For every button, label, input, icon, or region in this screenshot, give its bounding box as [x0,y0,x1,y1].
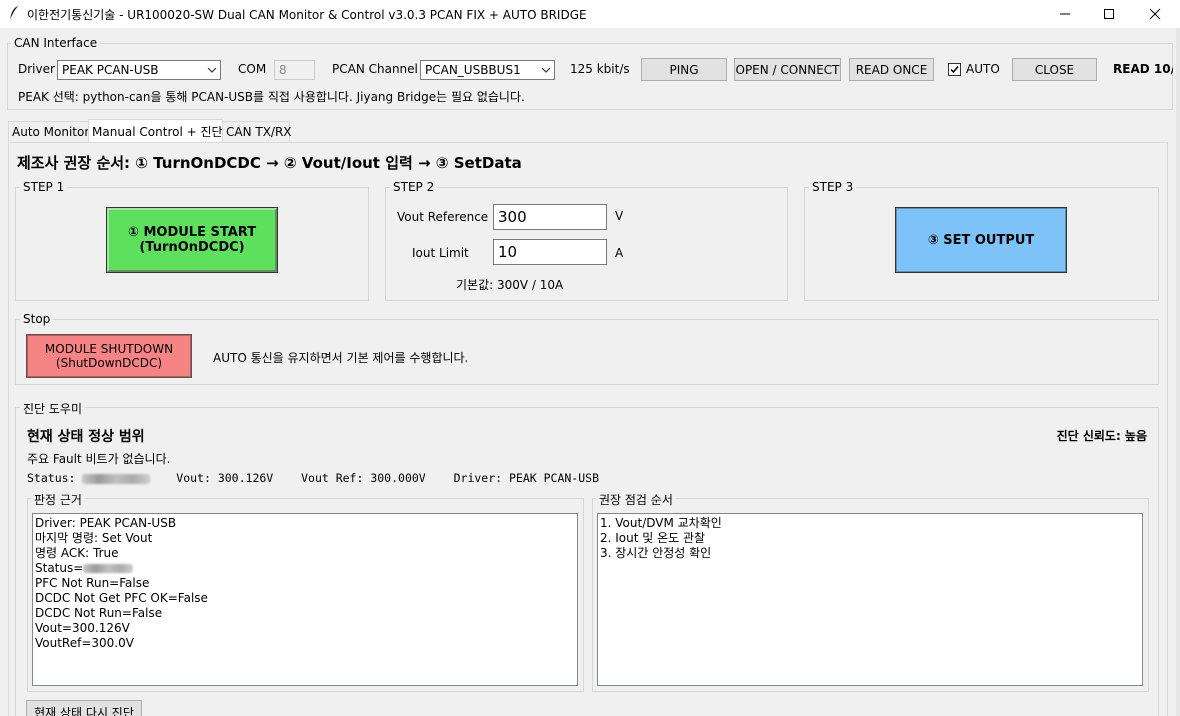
iout-limit-input[interactable]: 10 [493,239,607,265]
evidence-line: 마지막 명령: Set Vout [35,531,153,545]
status-prefix: Status: [27,471,76,485]
close-icon [1149,8,1161,20]
driver-select-value: PEAK PCAN-USB [62,63,159,77]
evidence-line: 명령 ACK: True [35,546,119,560]
checklist-line: 2. Iout 및 온도 관찰 [600,531,706,545]
pcan-channel-label: PCAN Channel [332,62,418,76]
checklist-textbox[interactable]: 1. Vout/DVM 교차확인 2. Iout 및 온도 관찰 3. 장시간 … [597,513,1143,686]
pcan-channel-value: PCAN_USBBUS1 [425,63,521,77]
checklist-line: 3. 장시간 안정성 확인 [600,546,712,560]
tab-can-txrx[interactable]: CAN TX/RX [222,121,292,142]
vout-unit: V [615,209,624,223]
evidence-line: DCDC Not Run=False [35,606,163,620]
auto-checkbox[interactable] [948,63,961,76]
driver-select[interactable]: PEAK PCAN-USB [57,60,221,80]
evidence-line: DCDC Not Get PFC OK=False [35,591,208,605]
com-label: COM [238,62,267,76]
module-start-line2: (TurnOnDCDC) [139,240,245,255]
fault-note: 주요 Fault 비트가 없습니다. [27,452,171,466]
redacted-status-value [82,473,151,484]
checkmark-icon [950,66,959,74]
diag-status-title: 현재 상태 정상 범위 [27,429,145,445]
set-output-button[interactable]: ③ SET OUTPUT [895,207,1067,273]
module-start-line1: ① MODULE START [127,225,257,240]
evidence-line: VoutRef=300.0V [35,636,134,650]
close-connection-button[interactable]: CLOSE [1012,58,1097,81]
evidence-line: Status= [35,561,84,575]
tab-auto-monitor[interactable]: Auto Monitor [8,121,90,142]
com-input-value: 8 [279,63,287,77]
evidence-label: 판정 근거 [31,491,85,508]
rediagnose-button[interactable]: 현재 상태 다시 진단 [26,700,142,716]
vout-reference-input[interactable]: 300 [493,204,607,230]
window-title: 이한전기통신기술 - UR100020-SW Dual CAN Monitor … [27,8,587,22]
feather-icon [9,6,18,21]
maximize-icon [1104,9,1114,19]
open-connect-button[interactable]: OPEN / CONNECT [734,58,841,81]
chevron-down-icon [541,67,551,73]
sequence-heading: 제조사 권장 순서: ① TurnOnDCDC → ② Vout/Iout 입력… [17,154,522,172]
window-edge [1176,28,1180,716]
evidence-textbox[interactable]: Driver: PEAK PCAN-USB 마지막 명령: Set Vout 명… [32,513,578,686]
stop-label: Stop [20,312,54,326]
vout-readout: Vout: 300.126V [176,471,274,485]
com-input[interactable]: 8 [274,60,315,80]
step3-label: STEP 3 [809,180,857,194]
evidence-line: PFC Not Run=False [35,576,150,590]
evidence-line: Vout=300.126V [35,621,130,635]
vout-ref-readout: Vout Ref: 300.000V [301,471,426,485]
maximize-button[interactable] [1086,0,1132,28]
evidence-line-status: Status= [35,561,575,576]
stop-note: AUTO 통신을 유지하면서 기본 제어를 수행합니다. [213,351,469,365]
module-start-button[interactable]: ① MODULE START (TurnOnDCDC) [106,207,278,273]
step1-label: STEP 1 [20,180,68,194]
close-window-button[interactable] [1132,0,1178,28]
checklist-label: 권장 점검 순서 [596,491,676,508]
iout-unit: A [615,246,624,260]
pcan-channel-select[interactable]: PCAN_USBBUS1 [420,60,555,80]
module-shutdown-button[interactable]: MODULE SHUTDOWN (ShutDownDCDC) [26,334,192,378]
minimize-icon [1060,13,1070,15]
chevron-down-icon [207,67,217,73]
driver-info-text: PEAK 선택: python-can을 통해 PCAN-USB를 직접 사용합… [18,90,525,104]
driver-readout: Driver: PEAK PCAN-USB [453,471,599,485]
vout-reference-label: Vout Reference [397,210,489,224]
evidence-line: Driver: PEAK PCAN-USB [35,516,177,530]
ping-button[interactable]: PING [641,58,727,81]
title-bar: 이한전기통신기술 - UR100020-SW Dual CAN Monitor … [0,0,1180,28]
step2-label: STEP 2 [390,180,438,194]
driver-label: Driver [18,62,55,76]
module-shutdown-line2: (ShutDownDCDC) [55,356,163,370]
read-status: READ 10/1 [1113,62,1173,76]
minimize-button[interactable] [1042,0,1088,28]
default-value-note: 기본값: 300V / 10A [456,278,564,292]
iout-limit-label: Iout Limit [412,246,469,260]
tab-manual-control[interactable]: Manual Control + 진단 [88,119,223,143]
redacted-status-value [83,564,134,573]
checklist-line: 1. Vout/DVM 교차확인 [600,516,722,530]
module-shutdown-line1: MODULE SHUTDOWN [44,342,174,356]
bitrate-label: 125 kbit/s [570,62,630,76]
diag-label: 진단 도우미 [20,400,86,417]
can-interface-label: CAN Interface [11,36,101,50]
read-once-button[interactable]: READ ONCE [849,58,934,81]
diag-status-line: Status: Vout: 300.126V Vout Ref: 300.000… [27,471,599,485]
auto-label: AUTO [966,62,1000,76]
diag-confidence: 진단 신뢰도: 높음 [1056,429,1147,443]
